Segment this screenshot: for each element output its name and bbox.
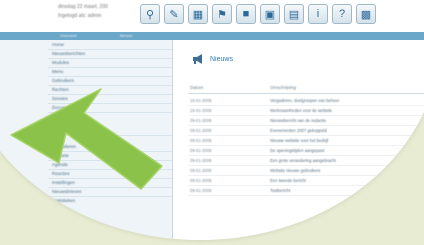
- divider: [48, 187, 172, 188]
- row-date: 16-01-2008: [190, 98, 212, 103]
- row-date: 09-01-2008: [190, 148, 212, 153]
- top-bar: dinsdag 22 maart, 200 Ingelogd als: admi…: [0, 0, 424, 32]
- sidebar-item-modules[interactable]: Modules: [52, 60, 69, 65]
- row-date: 09-01-2008: [190, 128, 212, 133]
- sidebar-item-poll[interactable]: Enquete: [52, 153, 69, 158]
- info-icon[interactable]: i: [308, 4, 328, 24]
- row-description[interactable]: Werkzaamheden voor de website: [270, 108, 332, 113]
- table-row[interactable]: 16-01-2008 Werkzaamheden voor de website: [188, 106, 424, 116]
- sidebar-item-sessions[interactable]: Sessies: [52, 96, 68, 101]
- row-date: 09-01-2008: [190, 168, 212, 173]
- window-icon[interactable]: ▩: [356, 4, 376, 24]
- sidebar: Home Nieuwsberichten Modules Menu Gebrui…: [0, 40, 173, 240]
- divider: [48, 169, 172, 170]
- row-date: 16-01-2008: [190, 108, 212, 113]
- divider: [48, 76, 172, 77]
- table-row[interactable]: 09-01-2008 De openingstijden aangepast: [188, 146, 424, 156]
- document-icon[interactable]: ▤: [284, 4, 304, 24]
- news-header: Nieuws: [192, 54, 233, 64]
- table-row[interactable]: 09-01-2008 Nieuwe website voor het bedri…: [188, 136, 424, 146]
- table-header: Datum Omschrijving: [188, 84, 424, 94]
- divider: [48, 151, 172, 152]
- lock-icon[interactable]: ■: [236, 4, 256, 24]
- sidebar-item-news[interactable]: Nieuwsberichten: [52, 51, 85, 56]
- row-description[interactable]: Een tweede bericht: [270, 178, 306, 183]
- row-description[interactable]: De openingstijden aangepast: [270, 148, 324, 153]
- divider: [48, 196, 172, 197]
- tab-bar: Overzicht Beheer: [0, 32, 424, 40]
- sidebar-item-files[interactable]: Bestanden & downloads: [52, 128, 101, 133]
- divider: [48, 103, 172, 104]
- column-header-date[interactable]: Datum: [190, 85, 203, 90]
- search-icon[interactable]: ⚲: [140, 4, 160, 24]
- divider: [48, 67, 172, 68]
- table-row[interactable]: 09-01-2008 Nieuwsbericht van de redactie: [188, 116, 424, 126]
- divider: [48, 85, 172, 86]
- divider: [48, 178, 172, 179]
- divider: [48, 135, 172, 136]
- sidebar-item-documents[interactable]: Documenten: [52, 105, 78, 110]
- row-date: 09-01-2008: [190, 118, 212, 123]
- divider: [48, 112, 172, 113]
- row-description[interactable]: Een grote verandering aangebracht: [270, 158, 336, 163]
- sidebar-item-comments[interactable]: Reacties: [52, 171, 70, 176]
- help-icon[interactable]: ?: [332, 4, 352, 24]
- table-row[interactable]: 09-01-2008 Evenementen 2007 gekoppeld: [188, 126, 424, 136]
- column-header-description[interactable]: Omschrijving: [270, 85, 296, 90]
- row-description[interactable]: Website nieuwe gebruikers: [270, 168, 320, 173]
- cms-window: dinsdag 22 maart, 200 Ingelogd als: admi…: [0, 0, 424, 240]
- megaphone-icon: [193, 54, 202, 64]
- sidebar-item-settings[interactable]: Instellingen: [52, 180, 75, 185]
- divider: [48, 94, 172, 95]
- sidebar-item-users[interactable]: Gebruikers: [52, 78, 74, 83]
- row-description[interactable]: Nieuwe website voor het bedrijf: [270, 138, 328, 143]
- row-description[interactable]: Nieuwsbericht van de redactie: [270, 118, 326, 123]
- main-content: Nieuws Datum Omschrijving 16-01-2008 Ver…: [178, 40, 424, 240]
- row-date: 09-01-2008: [190, 178, 212, 183]
- session-info: dinsdag 22 maart, 200 Ingelogd als: admi…: [58, 3, 108, 21]
- table-row[interactable]: 09-01-2008 Website nieuwe gebruikers: [188, 166, 424, 176]
- pencil-icon[interactable]: ✎: [164, 4, 184, 24]
- table-row[interactable]: 09-01-2008 Een tweede bericht: [188, 176, 424, 186]
- table-row[interactable]: 16-01-2008 Vergaderen, doelgroepen van b…: [188, 96, 424, 106]
- divider: [48, 49, 172, 50]
- table-row[interactable]: 09-01-2008 Een grote verandering aangebr…: [188, 156, 424, 166]
- sidebar-item-agenda[interactable]: Agenda: [52, 162, 68, 167]
- divider: [48, 58, 172, 59]
- table-row[interactable]: 09-01-2008 Testbericht: [188, 186, 424, 196]
- page-title: Nieuws: [210, 55, 233, 63]
- row-date: 09-01-2008: [190, 138, 212, 143]
- row-date: 09-01-2008: [190, 188, 212, 193]
- toolbar: ⚲ ✎ ▦ ⚑ ■ ▣ ▤ i ? ▩: [140, 2, 376, 28]
- tab-overview[interactable]: Overzicht: [60, 33, 77, 39]
- row-description[interactable]: Testbericht: [270, 188, 290, 193]
- monitor-icon[interactable]: ▣: [260, 4, 280, 24]
- sidebar-item-rights[interactable]: Rechten: [52, 87, 69, 92]
- divider: [48, 160, 172, 161]
- sidebar-item-newsletters[interactable]: Nieuwsbrieven: [52, 189, 82, 194]
- magnifier-lens: dinsdag 22 maart, 200 Ingelogd als: admi…: [0, 0, 424, 240]
- sidebar-item-forms[interactable]: Formulieren: [52, 144, 76, 149]
- row-description[interactable]: Vergaderen, doelgroepen van beheer: [270, 98, 339, 103]
- row-description[interactable]: Evenementen 2007 gekoppeld: [270, 128, 327, 133]
- tab-manage[interactable]: Beheer: [120, 33, 133, 39]
- user-text: Ingelogd als: admin: [58, 13, 102, 19]
- sidebar-item-home[interactable]: Home: [52, 42, 64, 47]
- date-text: dinsdag 22 maart, 200: [58, 4, 108, 10]
- sidebar-item-menu[interactable]: Menu: [52, 69, 63, 74]
- calendar-icon[interactable]: ▦: [188, 4, 208, 24]
- sidebar-item-statistics[interactable]: Statistieken: [52, 198, 75, 203]
- screenshot-stage: dinsdag 22 maart, 200 Ingelogd als: admi…: [0, 0, 424, 245]
- tag-icon[interactable]: ⚑: [212, 4, 232, 24]
- row-date: 09-01-2008: [190, 158, 212, 163]
